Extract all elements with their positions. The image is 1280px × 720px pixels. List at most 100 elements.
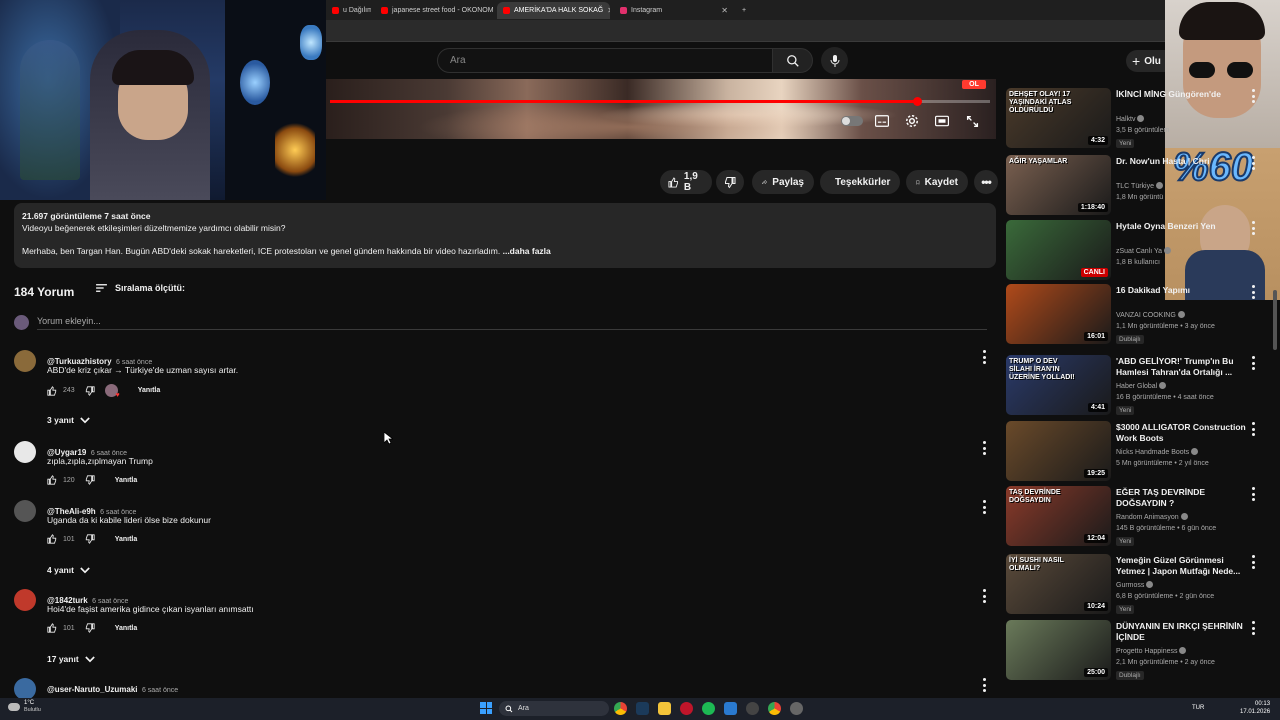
settings-icon[interactable] [790, 702, 803, 715]
view-replies-button[interactable]: 17 yanıt [47, 654, 95, 664]
comment-more-icon[interactable] [981, 441, 987, 455]
view-replies-button[interactable]: 3 yanıt [47, 415, 90, 425]
channel-name[interactable]: VANZAI COOKING [1116, 311, 1185, 319]
chrome-icon-2[interactable] [768, 702, 781, 715]
video-more-icon[interactable] [1250, 621, 1256, 635]
video-thumbnail[interactable]: TAŞ DEVRİNDE DOĞSAYDIN 12:04 [1006, 486, 1111, 546]
share-button[interactable]: Paylaş [752, 170, 814, 194]
browser-tab[interactable]: japanese street food - OKONOMI✕ [375, 2, 493, 19]
channel-name[interactable]: Gurmoss [1116, 581, 1154, 589]
video-title[interactable]: EĞER TAŞ DEVRİNDE DOĞSAYDIN ? [1116, 487, 1246, 509]
browser-tab[interactable]: u Dağılım?✕ [326, 2, 371, 19]
start-button[interactable] [480, 702, 492, 714]
dislike-button[interactable] [716, 170, 744, 194]
view-replies-button[interactable]: 4 yanıt [47, 565, 90, 575]
thumbs-up-icon[interactable] [47, 385, 57, 396]
close-tab-icon[interactable]: ✕ [721, 6, 728, 15]
thumbs-down-icon[interactable] [85, 475, 95, 485]
sidebar-scrollbar[interactable] [1273, 290, 1277, 350]
thumbs-up-icon[interactable] [47, 623, 57, 633]
comment-more-icon[interactable] [981, 589, 987, 603]
channel-name[interactable]: Progetto Happiness [1116, 647, 1187, 655]
comment-avatar[interactable] [14, 441, 36, 463]
video-thumbnail[interactable]: CANLI [1006, 220, 1111, 280]
video-title[interactable]: Hytale Oyna Benzeri Yen [1116, 221, 1246, 232]
reply-button[interactable]: Yanıtla [115, 536, 138, 543]
steam-icon[interactable] [636, 702, 649, 715]
video-thumbnail[interactable]: AĞIR YAŞAMLAR 1:18:40 [1006, 155, 1111, 215]
clock[interactable]: 00:13 17.01.2026 [1240, 700, 1270, 716]
video-more-icon[interactable] [1250, 487, 1256, 501]
comment-avatar[interactable] [14, 589, 36, 611]
description-box[interactable]: 21.697 görüntüleme 7 saat önce Videoyu b… [14, 203, 996, 268]
video-more-icon[interactable] [1250, 221, 1256, 235]
show-more-link[interactable]: ...daha fazla [503, 246, 551, 256]
comment-more-icon[interactable] [981, 350, 987, 364]
reply-button[interactable]: Yanıtla [115, 625, 138, 632]
browser-tab[interactable]: Instagram ✕ [614, 2, 734, 19]
opera-icon[interactable] [680, 702, 693, 715]
comment-avatar[interactable] [14, 350, 36, 372]
weather-widget[interactable]: 1°C Bulutlu [8, 700, 41, 714]
channel-name[interactable]: TLC Türkiye [1116, 182, 1163, 190]
comment-more-icon[interactable] [981, 678, 987, 692]
channel-name[interactable]: zSuat Canlı Ya [1116, 247, 1171, 255]
thanks-button[interactable]: Teşekkürler [820, 170, 900, 194]
file-explorer-icon[interactable] [658, 702, 671, 715]
video-more-icon[interactable] [1250, 89, 1256, 103]
thumbs-up-icon[interactable] [47, 534, 57, 544]
comment-author[interactable]: @user-Naruto_Uzumaki [47, 685, 138, 694]
video-more-icon[interactable] [1250, 285, 1256, 299]
save-button[interactable]: Kaydet [906, 170, 968, 194]
comment-time[interactable]: 6 saat önce [142, 687, 178, 694]
thumbs-up-icon[interactable] [47, 475, 57, 485]
channel-name[interactable]: Halktv [1116, 115, 1145, 123]
app-icon[interactable] [724, 702, 737, 715]
obs-icon[interactable] [746, 702, 759, 715]
video-thumbnail[interactable]: 16:01 [1006, 284, 1111, 344]
search-input[interactable]: Ara [437, 48, 773, 73]
voice-search-button[interactable] [821, 47, 848, 74]
video-thumbnail[interactable]: TRUMP O DEV SİLAHI İRAN'IN ÜZERİNE YOLLA… [1006, 355, 1111, 415]
video-title[interactable]: Dr. Now'un Hasta | Chri [1116, 156, 1246, 167]
video-title[interactable]: $3000 ALLIGATOR Construction Work Boots [1116, 422, 1246, 444]
reply-button[interactable]: Yanıtla [115, 477, 138, 484]
new-tab-button[interactable]: + [736, 2, 748, 19]
more-actions-button[interactable]: ••• [974, 170, 998, 194]
video-title[interactable]: Yemeğin Güzel Görünmesi Yetmez | Japon M… [1116, 555, 1246, 577]
theater-mode-button[interactable] [933, 112, 951, 130]
video-title[interactable]: 16 Dakikad Yapımı [1116, 285, 1246, 296]
autoplay-toggle[interactable] [840, 112, 864, 130]
comment-avatar[interactable] [14, 678, 36, 700]
fullscreen-button[interactable] [963, 112, 981, 130]
thumbs-down-icon[interactable] [85, 534, 95, 544]
channel-name[interactable]: Random Animasyon [1116, 513, 1188, 521]
reply-button[interactable]: Yanıtla [138, 387, 161, 394]
search-button[interactable] [772, 48, 813, 73]
spotify-icon[interactable] [702, 702, 715, 715]
video-thumbnail[interactable]: DEHŞET OLAY! 17 YAŞINDAKİ ATLAS ÖLDÜRÜLD… [1006, 88, 1111, 148]
thumbs-down-icon[interactable] [85, 385, 95, 396]
like-button[interactable]: 1,9 B [660, 170, 712, 194]
subtitles-button[interactable] [873, 112, 891, 130]
comment-avatar[interactable] [14, 500, 36, 522]
video-thumbnail[interactable]: 25:00 [1006, 620, 1111, 680]
add-comment-input[interactable]: Yorum ekleyin... [37, 316, 987, 330]
close-tab-icon[interactable]: ✕ [607, 6, 610, 15]
video-more-icon[interactable] [1250, 356, 1256, 370]
video-title[interactable]: İKİNCİ MİNG Güngören'de [1116, 89, 1246, 100]
taskbar-search[interactable]: Ara [499, 701, 609, 716]
channel-name[interactable]: Haber Global [1116, 382, 1167, 390]
language-indicator[interactable]: TUR [1192, 705, 1204, 711]
thumbs-down-icon[interactable] [85, 623, 95, 633]
comment-more-icon[interactable] [981, 500, 987, 514]
video-title[interactable]: 'ABD GELİYOR!' Trump'ın Bu Hamlesi Tahra… [1116, 356, 1246, 378]
video-more-icon[interactable] [1250, 156, 1256, 170]
settings-button[interactable] [903, 112, 921, 130]
video-thumbnail[interactable]: 19:25 [1006, 421, 1111, 481]
channel-name[interactable]: Nicks Handmade Boots [1116, 448, 1199, 456]
video-more-icon[interactable] [1250, 422, 1256, 436]
video-thumbnail[interactable]: İYİ SUSHI NASIL OLMALI? 10:24 [1006, 554, 1111, 614]
video-title[interactable]: DÜNYANIN EN IRKÇI ŞEHRİNİN İÇİNDE [1116, 621, 1246, 643]
chrome-icon[interactable] [614, 702, 627, 715]
